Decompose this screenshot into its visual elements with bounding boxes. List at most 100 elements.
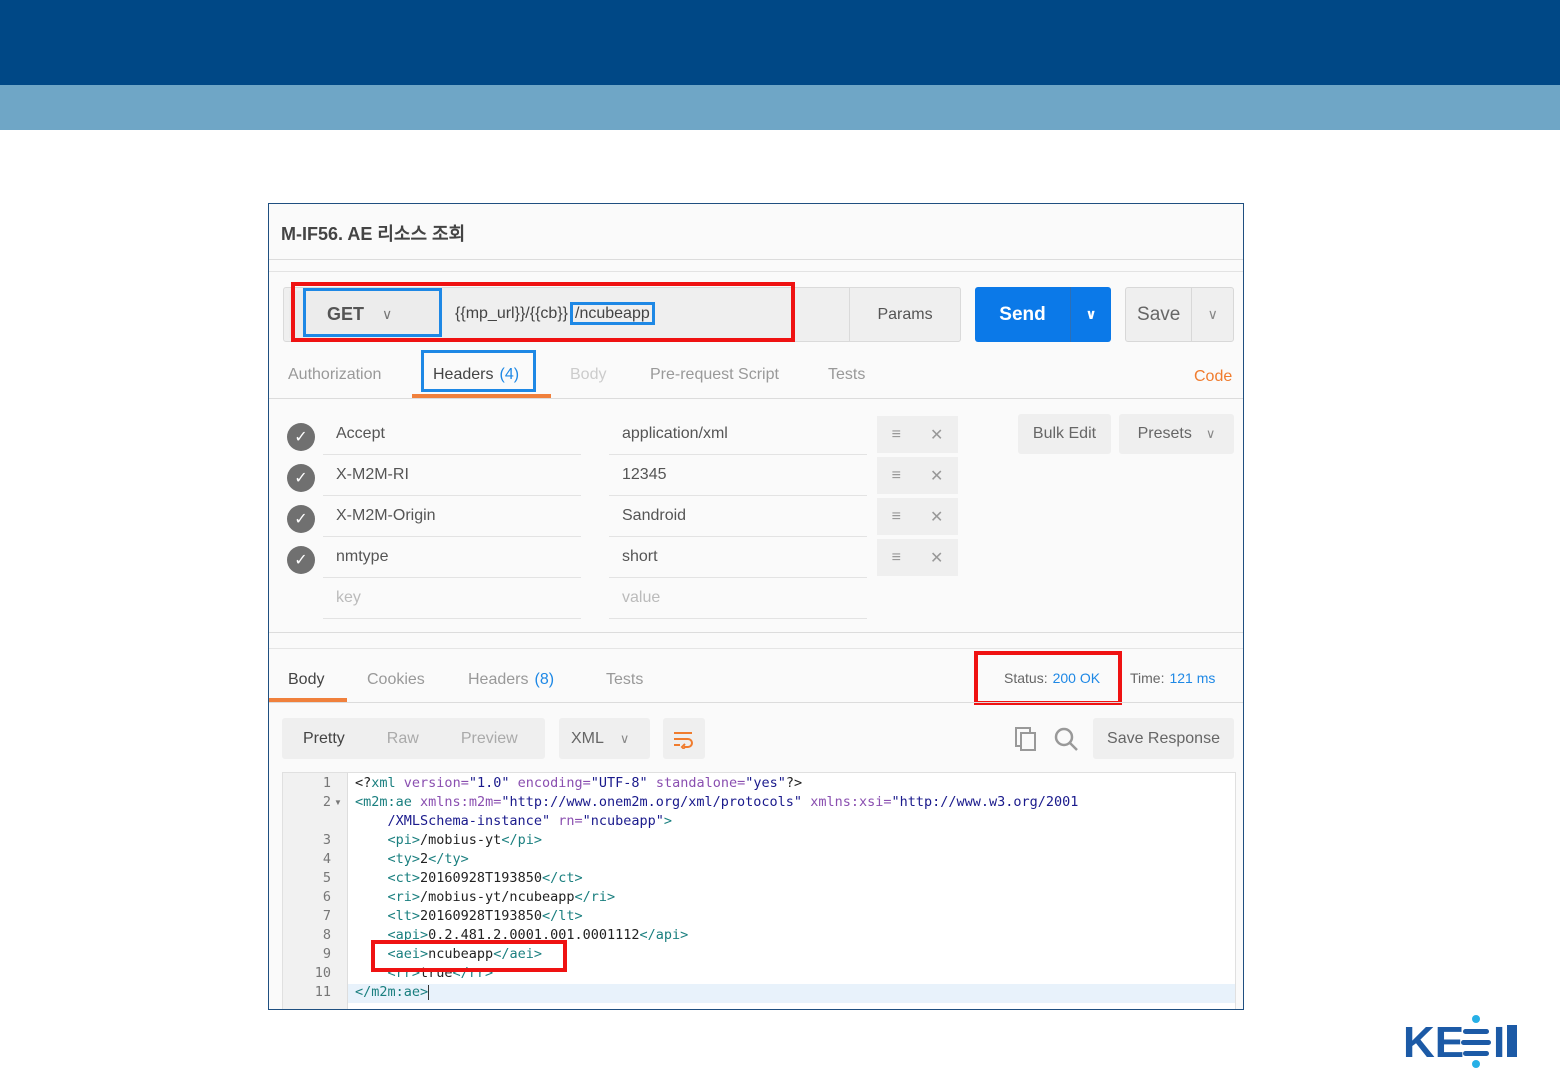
close-icon[interactable]: ✕ (930, 425, 943, 445)
chevron-down-icon[interactable]: ∨ (1070, 287, 1111, 342)
drag-handle-icon[interactable]: ≡ (892, 508, 901, 526)
header-value[interactable]: 12345 (609, 455, 867, 496)
line-number: 4 (322, 851, 331, 867)
save-button[interactable]: Save ∨ (1125, 287, 1234, 342)
view-raw-button[interactable]: Raw (366, 730, 440, 748)
close-icon[interactable]: ✕ (930, 548, 943, 568)
line-number: 7 (322, 908, 331, 924)
row-controls: ≡ ✕ (877, 457, 958, 494)
header-key[interactable]: Accept (323, 414, 581, 455)
header-key[interactable]: X-M2M-RI (323, 455, 581, 496)
row-controls: ≡ ✕ (877, 416, 958, 453)
code-line: <ri>/mobius-yt/ncubeapp</ri> (387, 889, 616, 905)
tab-body[interactable]: Body (570, 366, 606, 384)
header-row: ✓ nmtype short ≡ ✕ (269, 537, 969, 578)
check-icon[interactable]: ✓ (287, 423, 315, 451)
slide-header-bar (0, 0, 1560, 85)
header-row: ✓ X-M2M-Origin Sandroid ≡ ✕ (269, 496, 969, 537)
row-controls: ≡ ✕ (877, 498, 958, 535)
params-button[interactable]: Params (849, 287, 961, 342)
slide-subheader-bar (0, 85, 1560, 130)
line-number: 5 (322, 870, 331, 886)
fold-arrow-icon[interactable]: ▼ (334, 798, 342, 807)
chevron-down-icon[interactable]: ∨ (1191, 288, 1233, 341)
divider (269, 271, 1243, 272)
highlight-box-method (303, 288, 442, 337)
format-label: XML (571, 729, 604, 747)
row-controls: ≡ ✕ (877, 539, 958, 576)
wrap-lines-icon[interactable] (663, 718, 705, 759)
close-icon[interactable]: ✕ (930, 466, 943, 486)
drag-handle-icon[interactable]: ≡ (892, 467, 901, 485)
divider (269, 702, 1243, 703)
response-tab-headers[interactable]: Headers (8) (468, 671, 554, 689)
header-value[interactable]: application/xml (609, 414, 867, 455)
code-line: <?xml version="1.0" encoding="UTF-8" sta… (355, 775, 803, 791)
svg-text:KE: KE (1403, 1018, 1464, 1067)
line-number: 3 (322, 832, 331, 848)
save-label: Save (1137, 303, 1181, 325)
header-row: ✓ Accept application/xml ≡ ✕ (269, 414, 969, 455)
time-label: Time: (1130, 670, 1165, 686)
line-number: 10 (314, 965, 331, 981)
time-readout: Time: 121 ms (1130, 670, 1215, 686)
send-button[interactable]: Send ∨ (975, 287, 1111, 342)
text-cursor (428, 984, 430, 1000)
svg-text:I: I (1493, 1018, 1505, 1067)
response-tab-body[interactable]: Body (288, 671, 324, 689)
divider (269, 398, 1243, 399)
header-key[interactable]: X-M2M-Origin (323, 496, 581, 537)
divider (269, 648, 1243, 649)
line-number: 11 (314, 984, 331, 1000)
header-value[interactable]: Sandroid (609, 496, 867, 537)
response-code-editor[interactable]: 1 2 ▼ 3 4 5 6 7 8 9 10 11 <?xml version=… (282, 772, 1236, 1009)
line-number: 6 (322, 889, 331, 905)
check-icon[interactable]: ✓ (287, 464, 315, 492)
time-value: 121 ms (1169, 670, 1216, 686)
presets-button[interactable]: Presets ∨ (1119, 414, 1234, 454)
code-line: <lt>20160928T193850</lt> (387, 908, 583, 924)
header-row: ✓ X-M2M-RI 12345 ≡ ✕ (269, 455, 969, 496)
header-key-input[interactable]: key (323, 578, 581, 619)
line-number: 2 (322, 794, 331, 810)
highlight-box-status (974, 651, 1122, 705)
drag-handle-icon[interactable]: ≡ (892, 426, 901, 444)
tab-authorization[interactable]: Authorization (288, 366, 381, 384)
copy-icon[interactable] (1012, 724, 1040, 754)
code-link[interactable]: Code (1194, 368, 1232, 386)
close-icon[interactable]: ✕ (930, 507, 943, 527)
check-icon[interactable]: ✓ (287, 505, 315, 533)
save-response-button[interactable]: Save Response (1093, 718, 1234, 759)
highlight-box-headers (421, 350, 536, 392)
tab-tests[interactable]: Tests (828, 366, 865, 384)
keti-logo: KE I (1403, 1015, 1517, 1068)
header-value-input[interactable]: value (609, 578, 867, 619)
format-select[interactable]: XML ∨ (559, 718, 650, 759)
highlight-box-aei (371, 940, 567, 972)
chevron-down-icon: ∨ (619, 730, 630, 746)
send-label: Send (999, 303, 1046, 325)
response-tab-headers-count: (8) (534, 671, 555, 688)
response-tab-tests[interactable]: Tests (606, 671, 643, 689)
code-line: <pi>/mobius-yt</pi> (387, 832, 542, 848)
tab-pre-request-script[interactable]: Pre-request Script (650, 366, 779, 384)
code-line: /XMLSchema-instance" rn="ncubeapp"> (387, 813, 673, 829)
header-key[interactable]: nmtype (323, 537, 581, 578)
view-pretty-button[interactable]: Pretty (282, 730, 366, 748)
header-value[interactable]: short (609, 537, 867, 578)
postman-screenshot: M-IF56. AE 리소스 조회 GET ∨ {{mp_url}}/{{cb}… (268, 203, 1244, 1010)
response-tab-cookies[interactable]: Cookies (367, 671, 425, 689)
request-title: M-IF56. AE 리소스 조회 (281, 224, 466, 244)
search-icon[interactable] (1052, 724, 1080, 754)
check-icon[interactable]: ✓ (287, 546, 315, 574)
line-number: 1 (322, 775, 331, 791)
code-line: <m2m:ae xmlns:m2m="http://www.onem2m.org… (355, 794, 1079, 810)
view-mode-group: Pretty Raw Preview (282, 718, 545, 759)
presets-label: Presets (1137, 425, 1192, 442)
bulk-edit-button[interactable]: Bulk Edit (1018, 414, 1111, 454)
line-number: 8 (322, 927, 331, 943)
view-preview-button[interactable]: Preview (440, 730, 539, 748)
line-number: 9 (322, 946, 331, 962)
drag-handle-icon[interactable]: ≡ (892, 549, 901, 567)
code-line: <ty>2</ty> (387, 851, 469, 867)
